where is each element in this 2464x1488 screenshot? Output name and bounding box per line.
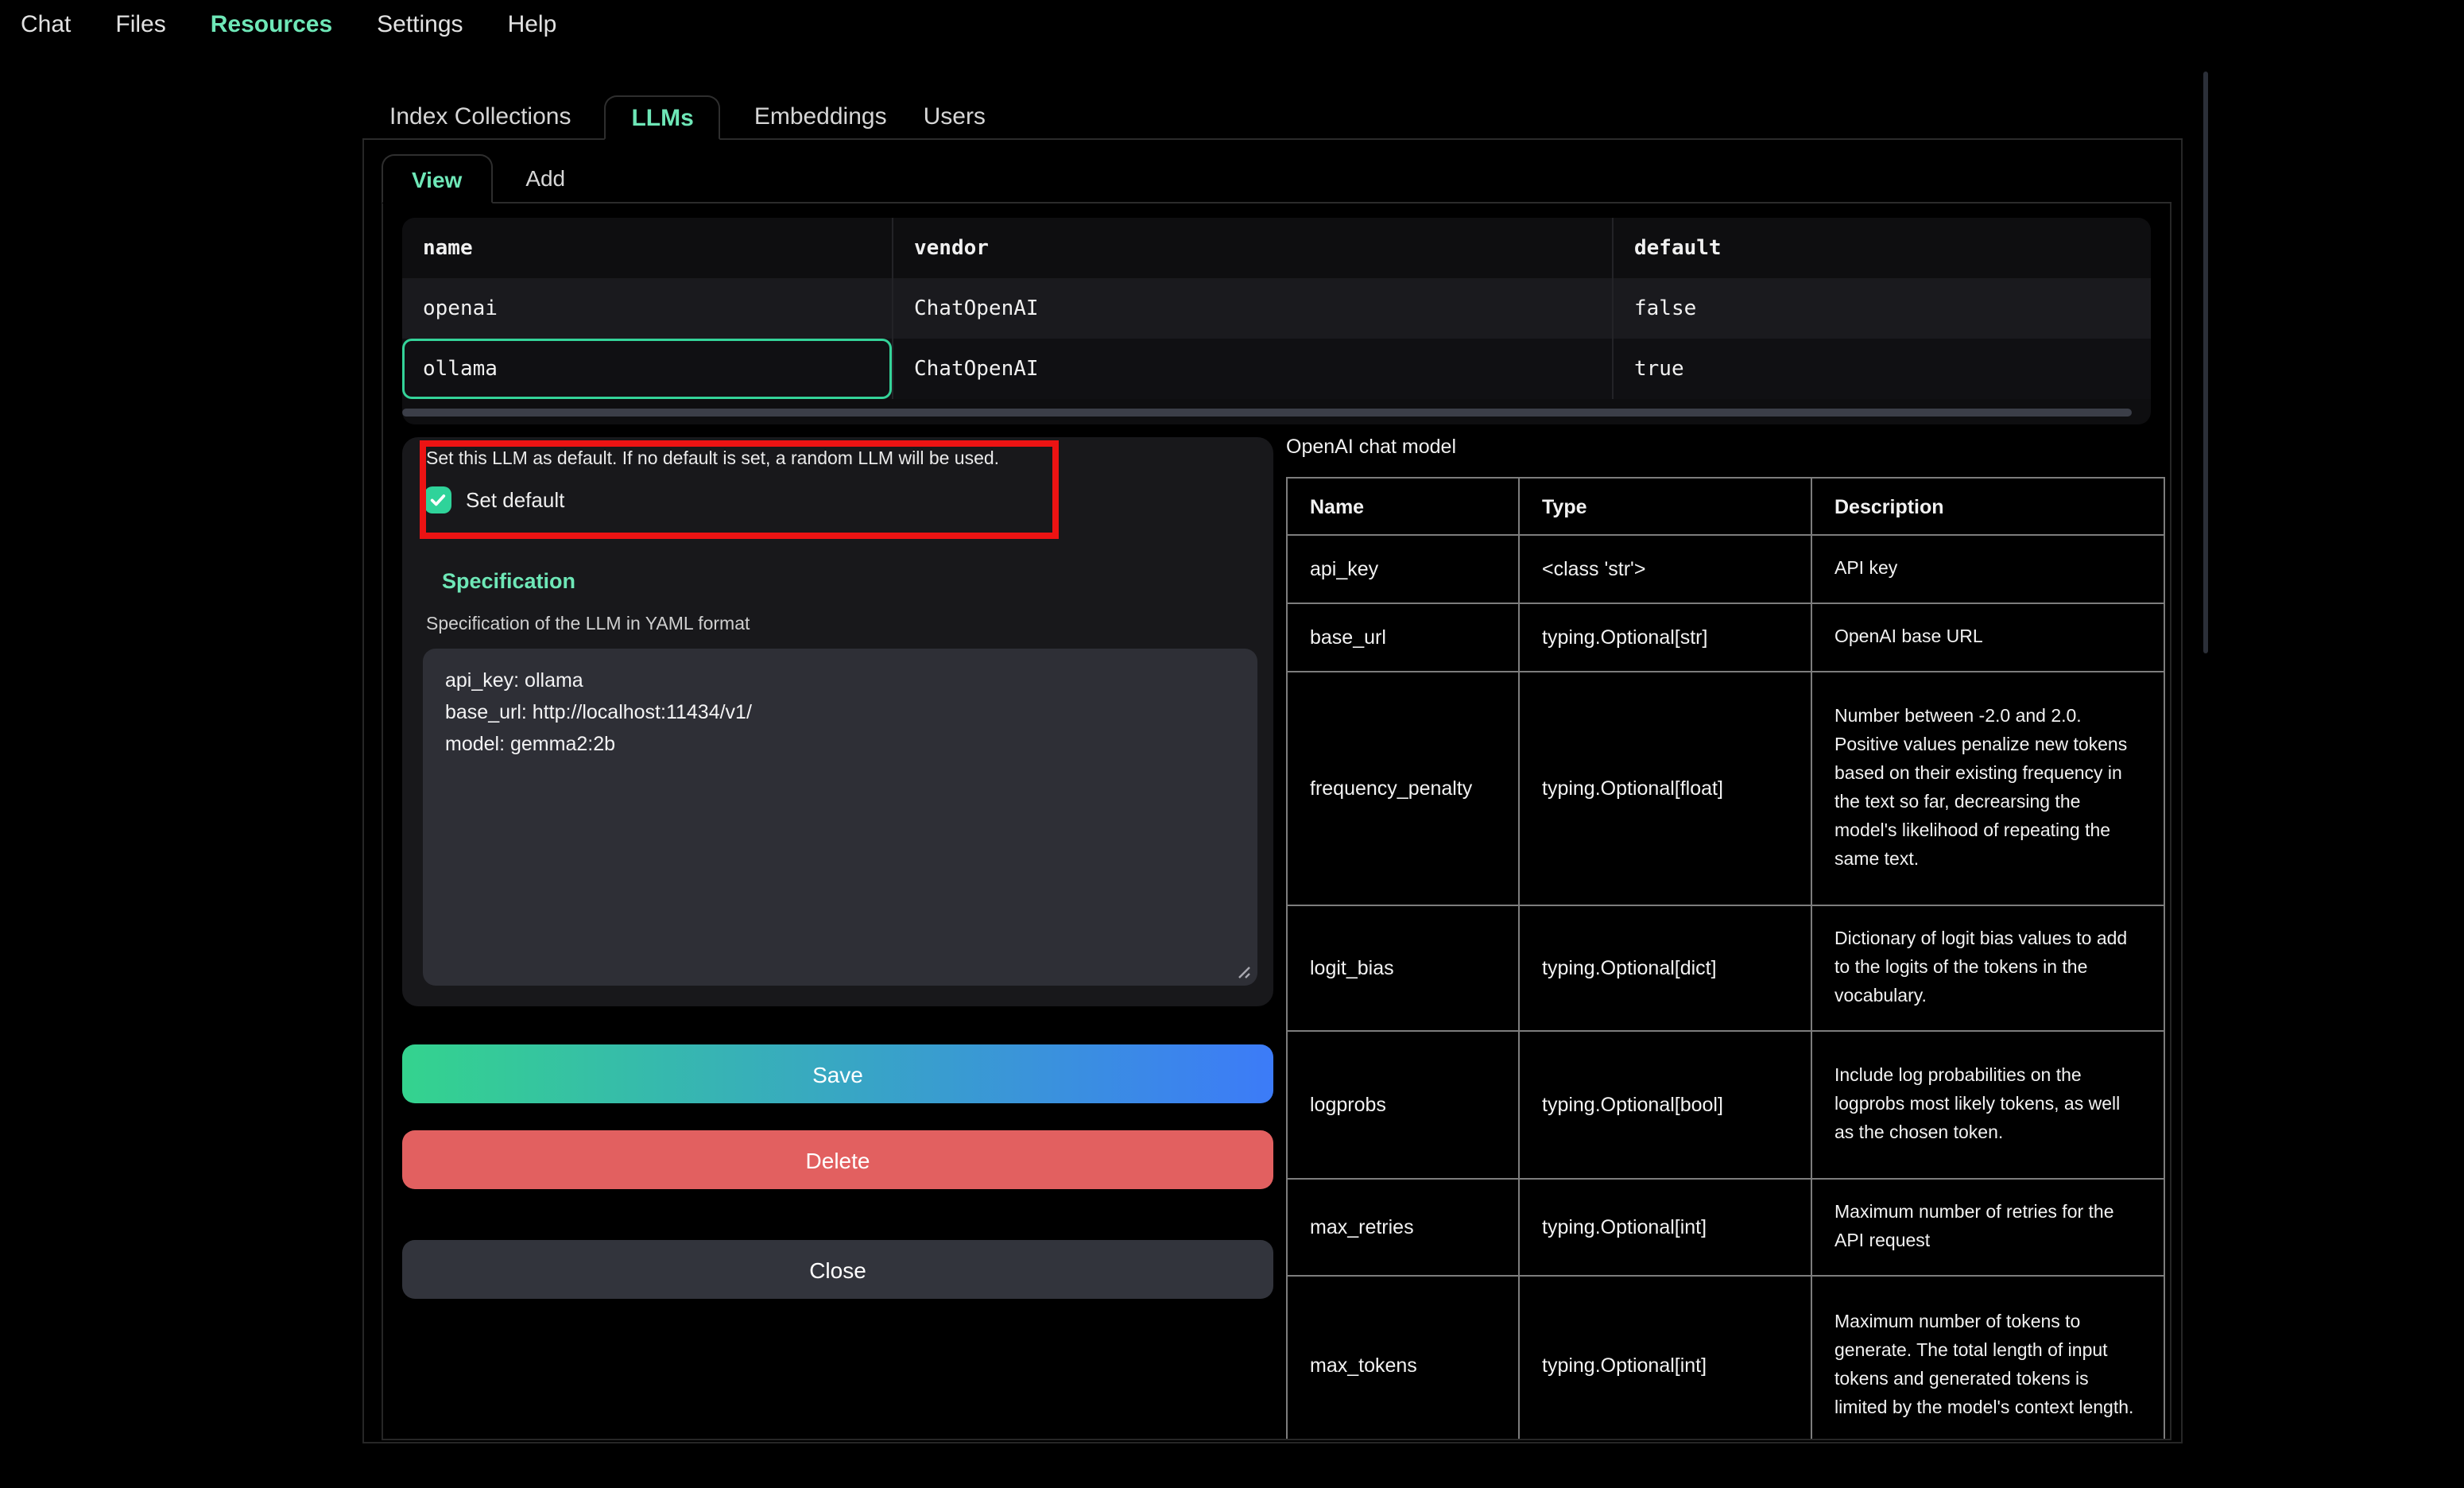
model-cell-logprobs-name: logprobs bbox=[1287, 1031, 1519, 1179]
horizontal-scrollbar-thumb[interactable] bbox=[402, 409, 2132, 417]
model-column-header-type: Type bbox=[1519, 478, 1811, 535]
model-cell-base-url-name: base_url bbox=[1287, 603, 1519, 672]
tab-llms[interactable]: LLMs bbox=[604, 95, 720, 140]
close-button[interactable]: Close bbox=[402, 1240, 1273, 1299]
model-row-base-url: base_urltyping.Optional[str]OpenAI base … bbox=[1287, 603, 2164, 672]
llm-cell-openai-vendor[interactable]: ChatOpenAI bbox=[892, 278, 1612, 339]
model-cell-frequency-penalty-name: frequency_penalty bbox=[1287, 672, 1519, 905]
model-cell-logprobs-type: typing.Optional[bool] bbox=[1519, 1031, 1811, 1179]
model-cell-max-tokens-description: Maximum number of tokens to generate. Th… bbox=[1811, 1276, 2164, 1440]
model-row-logprobs: logprobstyping.Optional[bool]Include log… bbox=[1287, 1031, 2164, 1179]
llm-cell-ollama-default[interactable]: true bbox=[1612, 339, 2151, 399]
llm-cell-ollama-name[interactable]: ollama bbox=[402, 339, 892, 399]
subtab-view[interactable]: View bbox=[382, 154, 492, 203]
model-row-max-retries: max_retriestyping.Optional[int]Maximum n… bbox=[1287, 1179, 2164, 1276]
checkbox-label: Set default bbox=[466, 488, 564, 512]
model-column-header-description: Description bbox=[1811, 478, 2164, 535]
resize-handle-icon[interactable] bbox=[1234, 962, 1251, 979]
llm-detail-card: Set this LLM as default. If no default i… bbox=[402, 437, 1273, 1006]
llm-column-header-name: name bbox=[402, 218, 892, 278]
checkmark-icon bbox=[429, 491, 447, 509]
delete-button[interactable]: Delete bbox=[402, 1130, 1273, 1189]
view-tab-panel: namevendordefault openaiChatOpenAIfalseo… bbox=[382, 203, 2171, 1440]
subtab-add[interactable]: Add bbox=[516, 154, 575, 202]
model-cell-api-key-type: <class 'str'> bbox=[1519, 535, 1811, 603]
model-row-api-key: api_key<class 'str'>API key bbox=[1287, 535, 2164, 603]
model-param-table: NameTypeDescription api_key<class 'str'>… bbox=[1286, 477, 2165, 1440]
save-button[interactable]: Save bbox=[402, 1044, 1273, 1103]
top-nav: Chat Files Resources Settings Help bbox=[21, 0, 556, 48]
llm-list-table: namevendordefault openaiChatOpenAIfalseo… bbox=[402, 218, 2151, 424]
llm-cell-ollama-vendor[interactable]: ChatOpenAI bbox=[892, 339, 1612, 399]
model-table-title: OpenAI chat model bbox=[1286, 436, 1456, 458]
model-cell-max-tokens-name: max_tokens bbox=[1287, 1276, 1519, 1440]
model-cell-base-url-description: OpenAI base URL bbox=[1811, 603, 2164, 672]
model-cell-logit-bias-name: logit_bias bbox=[1287, 905, 1519, 1031]
main-tab-bar: Index Collections LLMs Embeddings Users bbox=[362, 95, 2183, 140]
nav-item-chat[interactable]: Chat bbox=[21, 10, 71, 37]
nav-item-help[interactable]: Help bbox=[508, 10, 557, 37]
model-cell-max-retries-name: max_retries bbox=[1287, 1179, 1519, 1276]
checkbox-checked-icon[interactable] bbox=[424, 486, 451, 513]
model-row-max-tokens: max_tokenstyping.Optional[int]Maximum nu… bbox=[1287, 1276, 2164, 1440]
yaml-spec-textarea[interactable]: api_key: ollama base_url: http://localho… bbox=[423, 649, 1257, 986]
model-cell-logit-bias-type: typing.Optional[dict] bbox=[1519, 905, 1811, 1031]
model-table-header-row: NameTypeDescription bbox=[1287, 478, 2164, 535]
llm-table-header-row: namevendordefault bbox=[402, 218, 2151, 278]
model-cell-api-key-description: API key bbox=[1811, 535, 2164, 603]
llm-table-row-ollama[interactable]: ollamaChatOpenAItrue bbox=[402, 339, 2151, 399]
model-cell-max-retries-description: Maximum number of retries for the API re… bbox=[1811, 1179, 2164, 1276]
model-cell-api-key-name: api_key bbox=[1287, 535, 1519, 603]
model-cell-logprobs-description: Include log probabilities on the logprob… bbox=[1811, 1031, 2164, 1179]
llm-column-header-default: default bbox=[1612, 218, 2151, 278]
sub-tab-bar: View Add bbox=[382, 154, 2171, 203]
specification-heading: Specification bbox=[442, 569, 575, 593]
llm-cell-openai-default[interactable]: false bbox=[1612, 278, 2151, 339]
model-cell-frequency-penalty-type: typing.Optional[float] bbox=[1519, 672, 1811, 905]
specification-caption: Specification of the LLM in YAML format bbox=[426, 615, 750, 634]
nav-item-files[interactable]: Files bbox=[115, 10, 165, 37]
model-cell-max-retries-type: typing.Optional[int] bbox=[1519, 1179, 1811, 1276]
set-default-checkbox-row[interactable]: Set default bbox=[424, 486, 564, 513]
nav-item-resources[interactable]: Resources bbox=[211, 10, 332, 37]
model-row-frequency-penalty: frequency_penaltytyping.Optional[float]N… bbox=[1287, 672, 2164, 905]
model-cell-logit-bias-description: Dictionary of logit bias values to add t… bbox=[1811, 905, 2164, 1031]
tab-index-collections[interactable]: Index Collections bbox=[386, 95, 574, 138]
tab-users[interactable]: Users bbox=[920, 95, 989, 138]
model-cell-frequency-penalty-description: Number between -2.0 and 2.0. Positive va… bbox=[1811, 672, 2164, 905]
default-note: Set this LLM as default. If no default i… bbox=[426, 450, 1049, 469]
yaml-editor-wrap: api_key: ollama base_url: http://localho… bbox=[423, 649, 1257, 986]
llms-tab-panel: View Add namevendordefault openaiChatOpen… bbox=[362, 140, 2183, 1443]
llm-column-header-vendor: vendor bbox=[892, 218, 1612, 278]
model-row-logit-bias: logit_biastyping.Optional[dict]Dictionar… bbox=[1287, 905, 2164, 1031]
app-root: Chat Files Resources Settings Help Index Col… bbox=[0, 0, 2464, 1488]
tab-embeddings[interactable]: Embeddings bbox=[751, 95, 890, 138]
model-cell-base-url-type: typing.Optional[str] bbox=[1519, 603, 1811, 672]
vertical-scrollbar-thumb[interactable] bbox=[2203, 72, 2208, 653]
llm-cell-openai-name[interactable]: openai bbox=[402, 278, 892, 339]
nav-item-settings[interactable]: Settings bbox=[377, 10, 463, 37]
model-cell-max-tokens-type: typing.Optional[int] bbox=[1519, 1276, 1811, 1440]
model-column-header-name: Name bbox=[1287, 478, 1519, 535]
llm-table-row-openai[interactable]: openaiChatOpenAIfalse bbox=[402, 278, 2151, 339]
